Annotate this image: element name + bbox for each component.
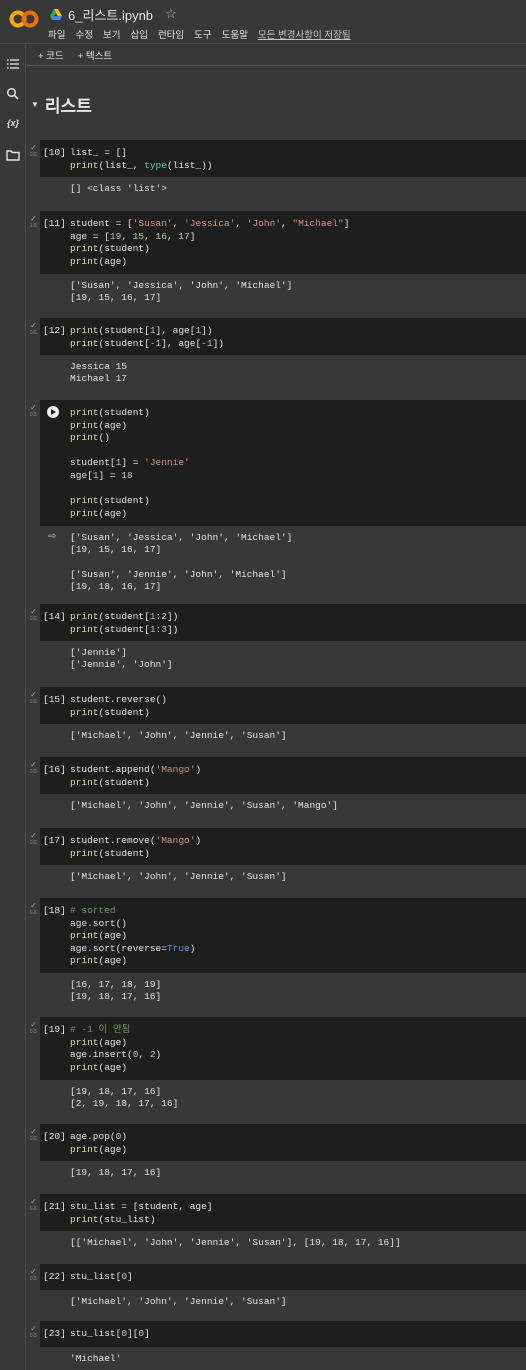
check-icon: ✓ xyxy=(30,607,37,616)
check-icon: ✓ xyxy=(30,901,37,910)
table-of-contents-icon[interactable] xyxy=(6,57,20,71)
notebook-area: + 코드 + 텍스트 ▼ 리스트 ✓ 0초 [10] list_ = [] prin… xyxy=(27,44,526,1370)
collapse-caret-icon[interactable]: ▼ xyxy=(31,100,39,109)
code-editor[interactable]: [10] list_ = [] print(list_, type(list_)) xyxy=(40,140,526,177)
check-icon: ✓ xyxy=(30,1197,37,1206)
add-text-button[interactable]: + 텍스트 xyxy=(78,48,112,62)
variables-icon[interactable]: {x} xyxy=(6,118,20,132)
check-icon: ✓ xyxy=(30,403,37,412)
cell-output: [] <class 'list'> xyxy=(70,183,167,194)
colab-logo[interactable] xyxy=(9,8,39,30)
cell-output: [19, 18, 17, 16] xyxy=(70,1167,162,1178)
menu-insert[interactable]: 삽입 xyxy=(130,27,147,41)
code-editor[interactable]: [21] stu_list = [student, age] print(stu_… xyxy=(40,1194,526,1231)
folder-icon[interactable] xyxy=(6,148,20,162)
cell-output: ['Jennie'] ['Jennie', 'John'] xyxy=(70,647,173,671)
code-editor[interactable]: [22] stu_list[0] xyxy=(40,1264,526,1290)
notebook-title[interactable]: 6_리스트.ipynb xyxy=(68,5,153,24)
cell-output: ['Michael', 'John', 'Jennie', 'Susan'] xyxy=(70,730,287,741)
cell-output: ['Susan', 'Jessica', 'John', 'Michael'] … xyxy=(70,532,293,592)
menu-bar: 파일 수정 보기 삽입 런타임 도구 도움말 모든 변경사항이 저장됨 xyxy=(48,27,351,41)
code-editor[interactable]: [14] print(student[1:2]) print(student[1:… xyxy=(40,604,526,641)
check-icon: ✓ xyxy=(30,1267,37,1276)
section-title: 리스트 xyxy=(44,97,92,116)
code-editor[interactable]: [12] print(student[1], age[1]) print(stud… xyxy=(40,318,526,355)
check-icon: ✓ xyxy=(30,214,37,223)
menu-runtime[interactable]: 런타임 xyxy=(158,27,184,41)
code-editor[interactable]: [16] student.append('Mango') print(studen… xyxy=(40,757,526,794)
cell-output: [['Michael', 'John', 'Jennie', 'Susan'],… xyxy=(70,1237,401,1248)
output-menu-icon[interactable]: ⇨ xyxy=(48,531,56,542)
section-header: ▼ 리스트 xyxy=(27,92,92,117)
code-editor[interactable]: [23] stu_list[0][0] xyxy=(40,1321,526,1347)
code-editor[interactable]: [15] student.reverse() print(student) xyxy=(40,687,526,724)
menu-file[interactable]: 파일 xyxy=(48,27,65,41)
check-icon: ✓ xyxy=(30,143,37,152)
cell-output: [16, 17, 18, 19] [19, 18, 17, 16] xyxy=(70,979,162,1003)
code-editor[interactable]: [18] # sorted age.sort() print(age) age.s… xyxy=(40,898,526,973)
execution-count: [10] xyxy=(43,147,66,158)
cell-output: ['Michael', 'John', 'Jennie', 'Susan'] xyxy=(70,871,287,882)
menu-view[interactable]: 보기 xyxy=(103,27,120,41)
check-icon: ✓ xyxy=(30,831,37,840)
star-icon[interactable]: ☆ xyxy=(165,6,177,22)
menu-edit[interactable]: 수정 xyxy=(75,27,92,41)
check-icon: ✓ xyxy=(30,1020,37,1029)
cell-output: 'Michael' xyxy=(70,1353,122,1364)
cell-output: ['Michael', 'John', 'Jennie', 'Susan'] xyxy=(70,1296,287,1307)
cell-output: [19, 18, 17, 16] [2, 19, 18, 17, 16] xyxy=(70,1086,179,1110)
drive-icon xyxy=(50,8,62,20)
save-status[interactable]: 모든 변경사항이 저장됨 xyxy=(258,27,351,41)
search-icon[interactable] xyxy=(6,87,20,101)
cell-output: ['Michael', 'John', 'Jennie', 'Susan', '… xyxy=(70,800,338,811)
cell-output: Jessica 15 Michael 17 xyxy=(70,361,128,385)
cell-toolbar: + 코드 + 텍스트 xyxy=(27,44,526,66)
code-editor[interactable]: [20] age.pop(0) print(age) xyxy=(40,1124,526,1161)
menu-tools[interactable]: 도구 xyxy=(194,27,211,41)
code-editor[interactable]: [19] # -1 이 안됨 print(age) age.insert(0, 2… xyxy=(40,1017,526,1080)
left-sidebar: {x} xyxy=(0,44,26,1370)
check-icon: ✓ xyxy=(30,1127,37,1136)
check-icon: ✓ xyxy=(30,760,37,769)
add-code-button[interactable]: + 코드 xyxy=(38,48,64,62)
menu-help[interactable]: 도움말 xyxy=(222,27,248,41)
code-editor[interactable]: [17] student.remove('Mango') print(studen… xyxy=(40,828,526,865)
check-icon: ✓ xyxy=(30,1324,37,1333)
code-editor[interactable]: print(student) print(age) print() studen… xyxy=(40,400,526,526)
cell-output: ['Susan', 'Jessica', 'John', 'Michael'] … xyxy=(70,280,293,304)
check-icon: ✓ xyxy=(30,690,37,699)
run-cell-button[interactable] xyxy=(47,406,59,418)
check-icon: ✓ xyxy=(30,321,37,330)
code-editor[interactable]: [11] student = ['Susan', 'Jessica', 'John… xyxy=(40,211,526,274)
header-bar: 6_리스트.ipynb ☆ 파일 수정 보기 삽입 런타임 도구 도움말 모든 … xyxy=(0,0,526,44)
